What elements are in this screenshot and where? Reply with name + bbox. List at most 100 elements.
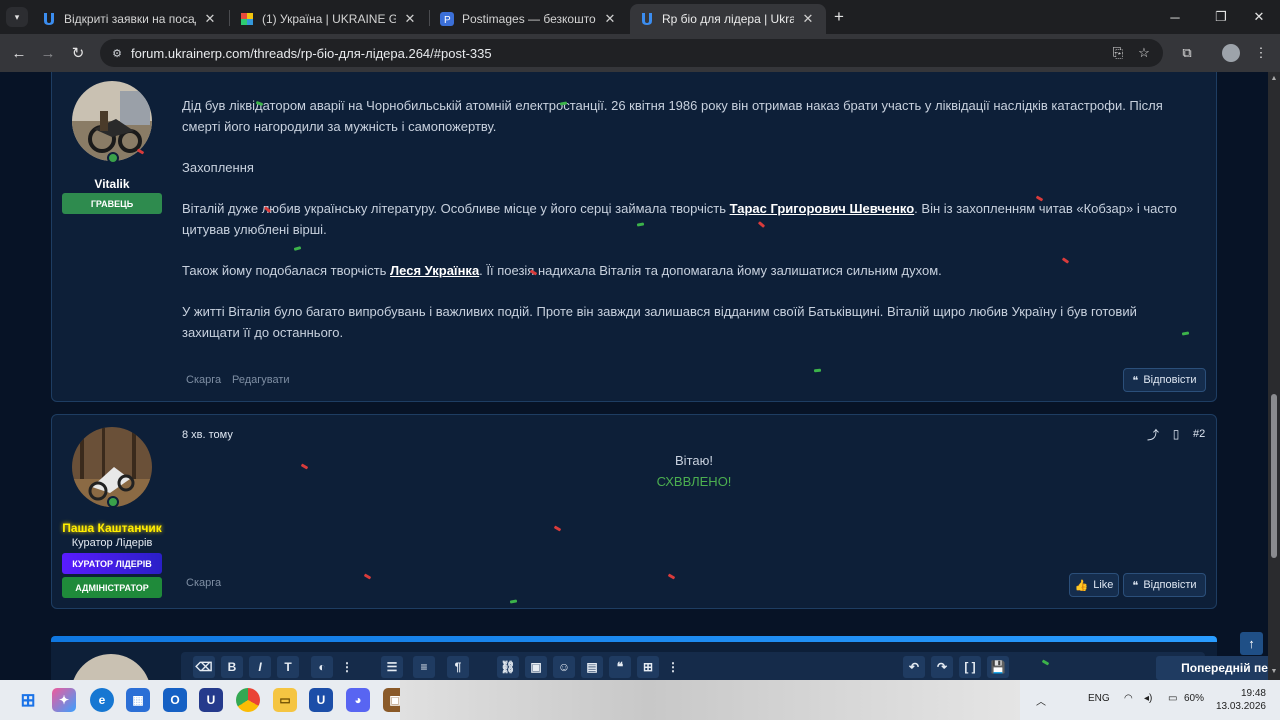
reply-icon: ❝ xyxy=(1132,579,1139,592)
text-size-icon[interactable]: T xyxy=(277,656,299,678)
tray-chevron-icon[interactable]: ︿ xyxy=(1036,693,1046,708)
ukraine-rp-icon[interactable]: U xyxy=(309,688,333,712)
align-icon[interactable]: ≡ xyxy=(413,656,435,678)
wifi-icon[interactable]: ◠ xyxy=(1124,693,1133,704)
close-tab-icon[interactable]: ✕ xyxy=(402,11,418,27)
avatar[interactable] xyxy=(72,427,152,507)
quote-icon[interactable]: ❝ xyxy=(609,656,631,678)
tab-search-button[interactable]: ▾ xyxy=(6,7,28,27)
clock-date: 13.03.2026 xyxy=(1215,701,1266,712)
copilot-icon[interactable]: ✦ xyxy=(52,688,76,712)
back-icon[interactable]: ← xyxy=(8,42,30,64)
tab-title: Rp біо для лідера | Ukraine RP xyxy=(662,12,794,26)
bold-icon[interactable]: B xyxy=(221,656,243,678)
emoji-icon[interactable]: ☺ xyxy=(553,656,575,678)
message-paragraph: Також йому подобалася творчість Леся Укр… xyxy=(182,260,1182,281)
paragraph-icon[interactable]: ¶ xyxy=(447,656,469,678)
forward-icon[interactable]: → xyxy=(37,42,59,64)
reply-icon: ❝ xyxy=(1132,374,1139,387)
close-tab-icon[interactable]: ✕ xyxy=(602,11,618,27)
language-indicator[interactable]: ENG xyxy=(1088,693,1110,704)
username[interactable]: Паша Каштанчик xyxy=(52,521,172,535)
table-icon[interactable]: ⊞ xyxy=(637,656,659,678)
close-window-icon[interactable]: ✕ xyxy=(1236,0,1280,34)
reload-icon[interactable]: ↻ xyxy=(67,42,89,64)
tab-postimages[interactable]: P Postimages — безкоштовний хостинг ✕ xyxy=(430,4,628,34)
color-palette-icon[interactable]: ◐ xyxy=(311,656,333,678)
like-button[interactable]: 👍 Like xyxy=(1069,573,1119,597)
post-time[interactable]: 8 хв. тому xyxy=(182,429,233,441)
tab-applications[interactable]: Відкриті заявки на посаду лідера ✕ xyxy=(32,4,228,34)
report-link[interactable]: Скарга xyxy=(186,374,221,386)
close-tab-icon[interactable]: ✕ xyxy=(800,11,816,27)
greeting-text: Вітаю! xyxy=(675,453,713,468)
more-options-icon[interactable]: ⋮ xyxy=(336,656,358,678)
ukraine-rp-favicon-icon xyxy=(42,12,56,26)
preview-button[interactable]: Попередній перегляд xyxy=(1156,656,1268,680)
install-icon[interactable]: ⎘ xyxy=(1110,45,1126,61)
username[interactable]: Vitalik xyxy=(52,177,172,191)
post-pasha: Паша Каштанчик Куратор Лідерів КУРАТОР Л… xyxy=(51,414,1217,609)
list-icon[interactable]: ☰ xyxy=(381,656,403,678)
outlook-icon[interactable]: O xyxy=(163,688,187,712)
link-lesya-ukrainka[interactable]: Леся Українка xyxy=(390,263,479,278)
report-link[interactable]: Скарга xyxy=(186,577,221,589)
browser-tab-bar: ▾ Відкриті заявки на посаду лідера ✕ (1)… xyxy=(0,0,1280,34)
close-tab-icon[interactable]: ✕ xyxy=(202,11,218,27)
badge-admin: АДМІНІСТРАТОР xyxy=(62,577,162,598)
scroll-down-icon[interactable]: ▼ xyxy=(1270,668,1278,676)
post-vitalik: Vitalik ГРАВЕЦЬ Дід був ліквідатором ава… xyxy=(51,72,1217,402)
page-scrollbar[interactable]: ▲ ▼ xyxy=(1268,72,1280,680)
tab-ukraine-gta[interactable]: (1) Україна | UKRAINE GTA - Гра ✕ xyxy=(230,4,428,34)
windows-start-icon[interactable]: ⊞ xyxy=(16,688,40,712)
profile-avatar[interactable] xyxy=(1222,44,1240,62)
eraser-icon[interactable]: ⌫ xyxy=(193,656,215,678)
scroll-top-icon[interactable]: ↑ xyxy=(1240,632,1263,655)
image-icon[interactable]: ▣ xyxy=(525,656,547,678)
store-icon[interactable]: ▦ xyxy=(126,688,150,712)
redo-icon[interactable]: ↷ xyxy=(931,656,953,678)
edit-link[interactable]: Редагувати xyxy=(232,374,290,386)
volume-icon[interactable]: ◂) xyxy=(1144,693,1152,704)
reply-button[interactable]: ❝ Відповісти xyxy=(1123,368,1206,392)
clock[interactable]: 19:48 13.03.2026 xyxy=(1210,687,1266,713)
avatar xyxy=(71,654,151,680)
new-tab-icon[interactable]: + xyxy=(829,7,849,26)
tab-rp-bio[interactable]: Rp біо для лідера | Ukraine RP ✕ xyxy=(630,4,826,34)
extensions-icon[interactable]: ⧉ xyxy=(1178,44,1196,62)
link-shevchenko[interactable]: Тарас Григорович Шевченко xyxy=(730,201,915,216)
reply-button[interactable]: ❝ Відповісти xyxy=(1123,573,1206,597)
address-bar[interactable]: ⚙ forum.ukrainerp.com/threads/rp-біо-для… xyxy=(100,39,1163,67)
url-text[interactable]: forum.ukrainerp.com/threads/rp-біо-для-л… xyxy=(131,46,492,61)
scroll-up-icon[interactable]: ▲ xyxy=(1270,75,1278,83)
bookmark-icon[interactable]: ▯ xyxy=(1169,427,1183,441)
more-options-icon[interactable]: ⋮ xyxy=(662,656,684,678)
source-code-icon[interactable]: [ ] xyxy=(959,656,981,678)
media-icon[interactable]: ▤ xyxy=(581,656,603,678)
post-number[interactable]: #2 xyxy=(1193,428,1205,440)
save-draft-icon[interactable]: 💾 xyxy=(987,656,1009,678)
browser-toolbar: ← → ↻ ⚙ forum.ukrainerp.com/threads/rp-б… xyxy=(0,34,1280,72)
battery-icon[interactable]: ▭ xyxy=(1168,693,1177,704)
badge-curator: КУРАТОР ЛІДЕРІВ xyxy=(62,553,162,574)
minimize-icon[interactable]: ─ xyxy=(1152,0,1198,34)
post-message: Вітаю! СХВВЛЕНО! xyxy=(182,450,1206,492)
italic-icon[interactable]: I xyxy=(249,656,271,678)
scroll-thumb[interactable] xyxy=(1271,394,1277,558)
bookmark-star-icon[interactable]: ☆ xyxy=(1136,45,1152,61)
link-icon[interactable]: ⛓ xyxy=(497,656,519,678)
chrome-icon[interactable] xyxy=(236,688,260,712)
discord-favicon-icon xyxy=(240,12,254,26)
share-icon[interactable]: ⤴ xyxy=(1146,427,1160,442)
post-message: Дід був ліквідатором аварії на Чорнобиль… xyxy=(182,95,1182,343)
menu-icon[interactable]: ⋮ xyxy=(1252,44,1270,62)
taskbar-wallpaper-area xyxy=(400,680,1020,720)
message-paragraph: Віталій дуже любив українську літературу… xyxy=(182,198,1182,240)
edge-icon[interactable]: e xyxy=(90,688,114,712)
file-explorer-icon[interactable]: ▭ xyxy=(273,688,297,712)
undo-icon[interactable]: ↶ xyxy=(903,656,925,678)
confetti-piece xyxy=(813,368,822,373)
discord-icon[interactable]: ◕ xyxy=(346,688,370,712)
ukraine-app-icon[interactable]: U xyxy=(199,688,223,712)
site-info-icon[interactable]: ⚙ xyxy=(109,45,125,61)
